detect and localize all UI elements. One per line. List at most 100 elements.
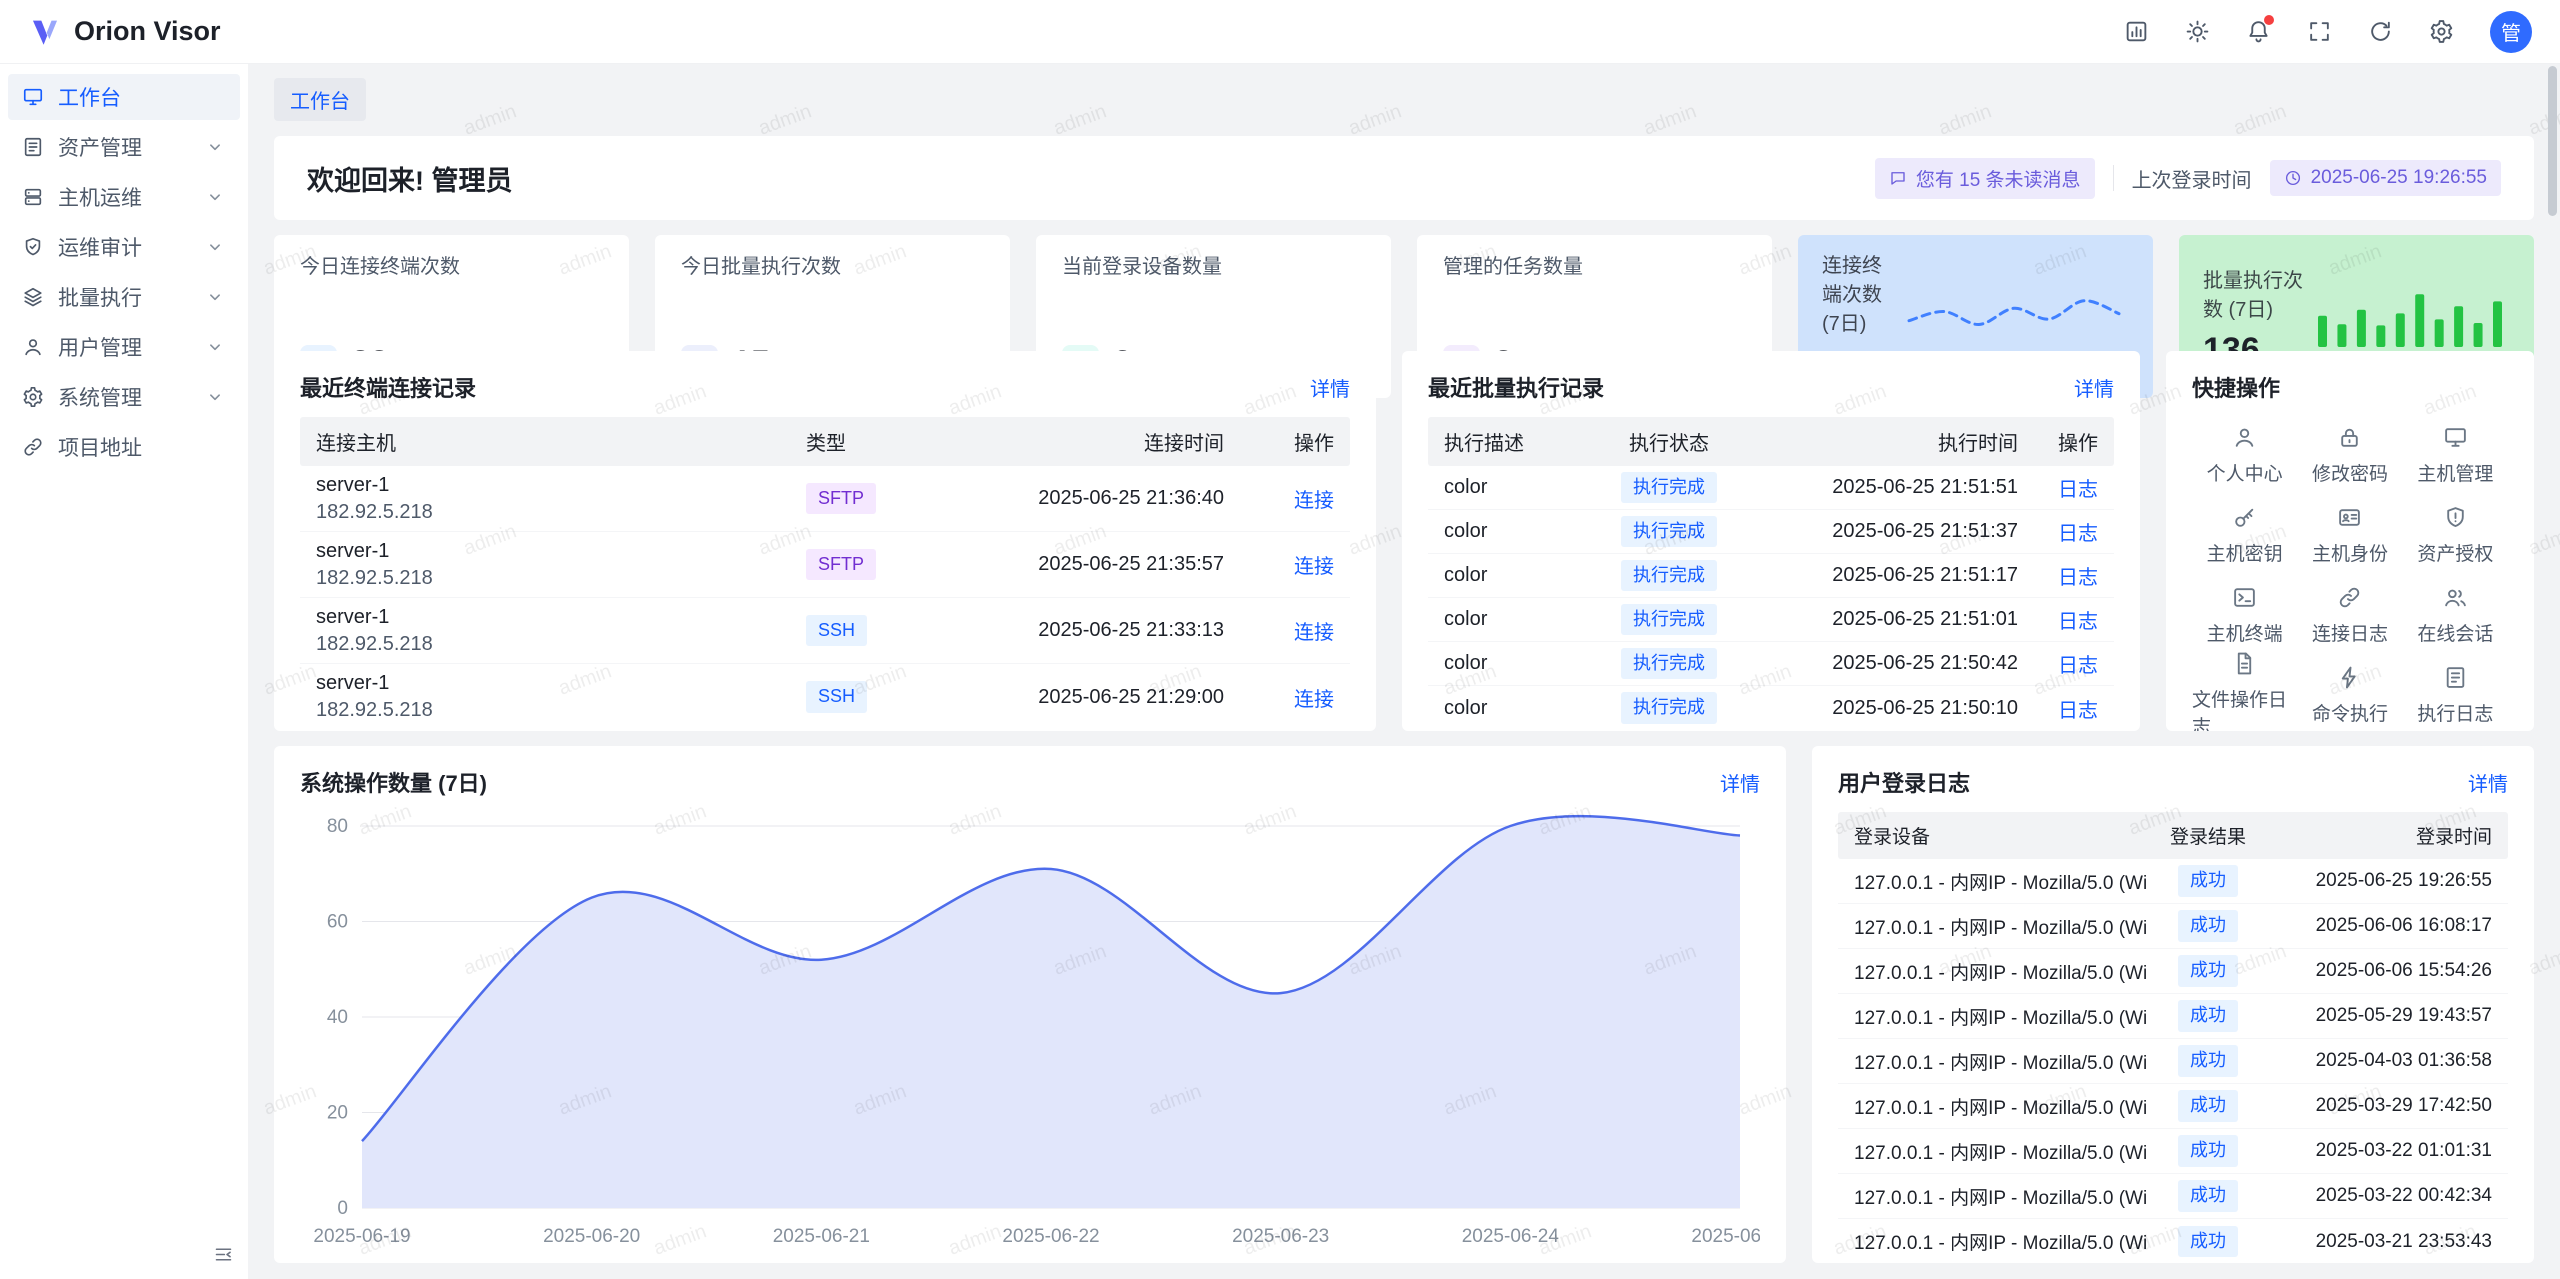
- app-header: Orion Visor 管: [0, 0, 2560, 64]
- execution-row: color 执行完成 2025-06-25 21:51:01 日志: [1428, 598, 2114, 642]
- middle-row: 最近终端连接记录 详情 连接主机 类型 连接时间 操作 server-1182.…: [274, 351, 2534, 731]
- svg-text:2025-06-23: 2025-06-23: [1232, 1226, 1329, 1247]
- svg-text:40: 40: [327, 1007, 348, 1028]
- result-badge: 成功: [2178, 910, 2238, 941]
- unread-messages-badge[interactable]: 您有 15 条未读消息: [1875, 158, 2095, 199]
- sidebar-item-project-url[interactable]: 项目地址: [8, 424, 240, 470]
- connection-row: server-1182.92.5.218 SFTP 2025-06-25 21:…: [300, 466, 1350, 532]
- fullscreen-icon[interactable]: [2307, 19, 2332, 44]
- shield-icon: [2443, 505, 2468, 530]
- user-icon: [2232, 425, 2257, 450]
- sidebar-item-batch-execution[interactable]: 批量执行: [8, 274, 240, 320]
- scrollbar-thumb[interactable]: [2548, 66, 2557, 216]
- svg-text:2025-06-19: 2025-06-19: [313, 1226, 410, 1247]
- svg-text:80: 80: [327, 816, 348, 837]
- quick-action-host-identity[interactable]: 主机身份: [2297, 497, 2402, 573]
- login-log-row: 127.0.0.1 - 内网IP - Mozilla/5.0 (Windows …: [1838, 859, 2508, 904]
- last-login-time-badge: 2025-06-25 19:26:55: [2270, 160, 2501, 196]
- chevron-down-icon: [204, 286, 226, 308]
- quick-action-execution-log[interactable]: 执行日志: [2403, 657, 2508, 731]
- panel-title: 最近批量执行记录: [1428, 371, 1604, 403]
- chevron-down-icon: [204, 336, 226, 358]
- user-avatar[interactable]: 管: [2490, 11, 2532, 53]
- login-log-row: 127.0.0.1 - 内网IP - Mozilla/5.0 (Windows …: [1838, 994, 2508, 1039]
- connect-link[interactable]: 连接: [1294, 556, 1334, 578]
- log-link[interactable]: 日志: [2058, 479, 2098, 501]
- sidebar-item-system-management[interactable]: 系统管理: [8, 374, 240, 420]
- recent-executions-panel: 最近批量执行记录 详情 执行描述 执行状态 执行时间 操作 color 执行完成…: [1402, 351, 2140, 731]
- breadcrumb: 工作台: [274, 78, 2534, 121]
- svg-text:60: 60: [327, 912, 348, 933]
- theme-icon[interactable]: [2185, 19, 2210, 44]
- login-logs-detail-link[interactable]: 详情: [2468, 768, 2508, 797]
- quick-action-host-management[interactable]: 主机管理: [2403, 417, 2508, 493]
- log-link[interactable]: 日志: [2058, 611, 2098, 633]
- quick-action-asset-authorization[interactable]: 资产授权: [2403, 497, 2508, 573]
- log-link[interactable]: 日志: [2058, 655, 2098, 677]
- log-link[interactable]: 日志: [2058, 523, 2098, 545]
- gear-icon: [22, 386, 44, 408]
- quick-action-file-operation-log[interactable]: 文件操作日志: [2192, 657, 2297, 731]
- quick-action-host-key[interactable]: 主机密钥: [2192, 497, 2297, 573]
- result-badge: 成功: [2178, 1180, 2238, 1211]
- panel-title: 系统操作数量 (7日): [300, 766, 487, 798]
- list-icon: [2443, 665, 2468, 690]
- protocol-badge: SFTP: [806, 549, 876, 580]
- app-root: Orion Visor 管 工作台 资产管理 主机: [0, 0, 2560, 1279]
- refresh-icon[interactable]: [2368, 19, 2393, 44]
- chevron-down-icon: [204, 236, 226, 258]
- notifications-icon[interactable]: [2246, 19, 2271, 44]
- log-link[interactable]: 日志: [2058, 700, 2098, 722]
- quick-action-online-session[interactable]: 在线会话: [2403, 577, 2508, 653]
- svg-text:0: 0: [337, 1198, 348, 1219]
- connections-detail-link[interactable]: 详情: [1310, 373, 1350, 402]
- result-badge: 成功: [2178, 1045, 2238, 1076]
- sidebar-item-asset-management[interactable]: 资产管理: [8, 124, 240, 170]
- analysis-icon[interactable]: [2124, 19, 2149, 44]
- sidebar-item-user-management[interactable]: 用户管理: [8, 324, 240, 370]
- connection-row: server-1182.92.5.218 SSH 2025-06-25 21:3…: [300, 598, 1350, 664]
- svg-text:20: 20: [327, 1103, 348, 1124]
- quick-action-change-password[interactable]: 修改密码: [2297, 417, 2402, 493]
- collapse-sidebar-icon[interactable]: [213, 1244, 234, 1265]
- connect-link[interactable]: 连接: [1294, 622, 1334, 644]
- system-ops-chart: 0204060802025-06-192025-06-202025-06-212…: [300, 812, 1760, 1252]
- quick-action-host-terminal[interactable]: 主机终端: [2192, 577, 2297, 653]
- log-link[interactable]: 日志: [2058, 567, 2098, 589]
- svg-text:2025-06-20: 2025-06-20: [543, 1226, 640, 1247]
- chevron-down-icon: [204, 386, 226, 408]
- panel-title: 快捷操作: [2192, 371, 2280, 403]
- stat-cards-row: 今日连接终端次数 33 今日批量执行次数 15 当前登录设备数量: [274, 235, 2534, 336]
- link-icon: [22, 436, 44, 458]
- table-header: 执行描述 执行状态 执行时间 操作: [1428, 417, 2114, 466]
- settings-icon[interactable]: [2429, 19, 2454, 44]
- table-header: 连接主机 类型 连接时间 操作: [300, 417, 1350, 466]
- message-icon: [1889, 169, 1907, 187]
- execution-row: color 执行完成 2025-06-25 21:51:17 日志: [1428, 554, 2114, 598]
- sidebar-item-host-ops[interactable]: 主机运维: [8, 174, 240, 220]
- breadcrumb-item-workbench[interactable]: 工作台: [274, 78, 366, 121]
- chevron-down-icon: [204, 186, 226, 208]
- idcard-icon: [2337, 505, 2362, 530]
- sidebar-item-workbench[interactable]: 工作台: [8, 74, 240, 120]
- main-content: adminadminadminadminadminadminadminadmin…: [248, 64, 2560, 1279]
- scrollbar[interactable]: [2548, 66, 2558, 1275]
- sidebar-item-ops-audit[interactable]: 运维审计: [8, 224, 240, 270]
- last-login-label: 上次登录时间: [2132, 164, 2252, 193]
- executions-detail-link[interactable]: 详情: [2074, 373, 2114, 402]
- quick-action-command-execution[interactable]: 命令执行: [2297, 657, 2402, 731]
- result-badge: 成功: [2178, 955, 2238, 986]
- quick-action-personal-center[interactable]: 个人中心: [2192, 417, 2297, 493]
- bottom-row: 系统操作数量 (7日) 详情 0 20 40 60 80 2025-06-19 2025-0…: [274, 746, 2534, 1263]
- login-log-row: 127.0.0.1 - 内网IP - Mozilla/5.0 (Windows …: [1838, 1039, 2508, 1084]
- panel-title: 最近终端连接记录: [300, 371, 476, 403]
- connect-link[interactable]: 连接: [1294, 490, 1334, 512]
- system-ops-detail-link[interactable]: 详情: [1720, 768, 1760, 797]
- result-badge: 成功: [2178, 1135, 2238, 1166]
- connect-link[interactable]: 连接: [1294, 689, 1334, 711]
- welcome-banner: 欢迎回来! 管理员 您有 15 条未读消息 上次登录时间 2025-06-25 …: [274, 136, 2534, 220]
- login-log-row: 127.0.0.1 - 内网IP - Mozilla/5.0 (Windows …: [1838, 1129, 2508, 1174]
- logo-icon: [28, 15, 62, 49]
- quick-action-connection-log[interactable]: 连接日志: [2297, 577, 2402, 653]
- app-logo[interactable]: Orion Visor: [28, 15, 221, 49]
